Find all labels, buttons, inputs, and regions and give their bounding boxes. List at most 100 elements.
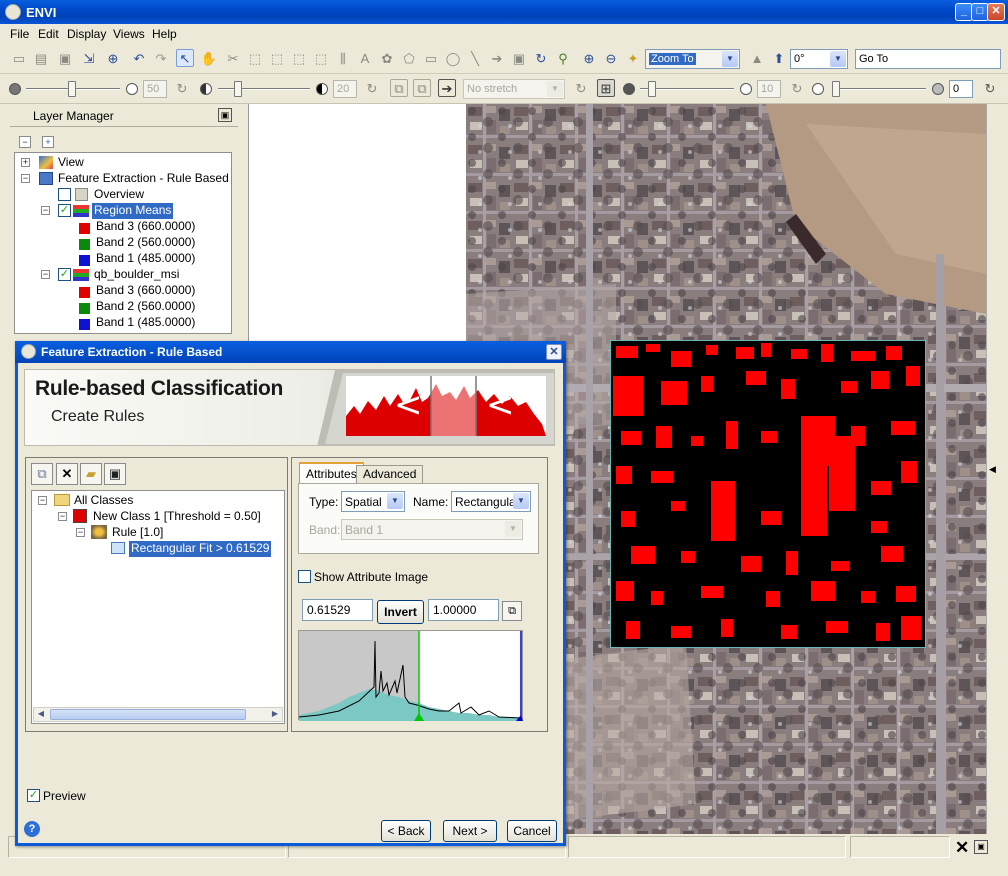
collapse-icon[interactable]: − (41, 206, 50, 215)
expand-all-icon[interactable]: + (42, 136, 54, 148)
contrast-slider-thumb[interactable] (234, 81, 242, 97)
tab-advanced[interactable]: Advanced (356, 465, 424, 483)
layer-item-band[interactable]: Band 2 (560.0000) (96, 235, 195, 251)
qb-boulder-checkbox[interactable]: ✓ (58, 268, 71, 281)
undo-icon[interactable]: ↶ (130, 50, 148, 68)
crosshair-icon[interactable]: ⊕ (104, 50, 122, 68)
min-threshold-input[interactable]: 0.61529 (302, 599, 373, 621)
redo-icon[interactable]: ↷ (152, 50, 170, 68)
rectangle-icon[interactable]: ▭ (422, 50, 440, 68)
symbol-icon[interactable]: ✿ (378, 50, 396, 68)
menu-help[interactable]: Help (152, 27, 177, 41)
histogram-options-icon[interactable]: ⧉ (502, 601, 522, 621)
preview-label[interactable]: Preview (43, 789, 86, 803)
polygon-icon[interactable]: ⬠ (400, 50, 418, 68)
show-attribute-label[interactable]: Show Attribute Image (314, 570, 428, 584)
menu-file[interactable]: File (10, 27, 29, 41)
arrow-icon[interactable]: ➔ (488, 50, 506, 68)
brightness-value[interactable]: 50 (143, 80, 167, 98)
scroll-left-icon[interactable]: ◀ (35, 709, 47, 720)
layer-item-band[interactable]: Band 3 (660.0000) (96, 283, 195, 299)
layer-item-view[interactable]: View (58, 155, 84, 171)
close-button[interactable]: ✕ (987, 3, 1005, 21)
layer-item-overview[interactable]: Overview (94, 187, 144, 203)
collapse-icon[interactable]: − (21, 174, 30, 183)
preview-checkbox[interactable]: ✓ (27, 789, 40, 802)
layer-item-band[interactable]: Band 1 (485.0000) (96, 315, 195, 331)
rotation-combo[interactable]: 0° ▼ (790, 49, 848, 69)
undock-icon[interactable]: ▣ (218, 108, 232, 122)
type-select[interactable]: Spatial ▼ (341, 491, 405, 512)
text-annotation-icon[interactable]: A (356, 50, 374, 68)
region-means-checkbox[interactable]: ✓ (58, 204, 71, 217)
transparency-slider-thumb[interactable] (832, 81, 840, 97)
reset-brightness-icon[interactable]: ↻ (173, 80, 191, 98)
reset-contrast-icon[interactable]: ↻ (363, 80, 381, 98)
next-button[interactable]: Next > (443, 820, 497, 842)
delete-icon[interactable]: ✕ (56, 463, 78, 485)
transparency-slider-track[interactable] (832, 88, 926, 90)
right-collapse-bar[interactable]: ◀ (986, 104, 1000, 834)
magnify-icon[interactable]: ⚲ (554, 50, 572, 68)
sharpen-slider-thumb[interactable] (648, 81, 656, 97)
select-icon[interactable]: ⇲ (80, 50, 98, 68)
all-classes-node[interactable]: All Classes (74, 493, 133, 509)
zoom-reset-icon[interactable]: ↻ (532, 50, 550, 68)
ellipse-icon[interactable]: ◯ (444, 50, 462, 68)
sharpen-value[interactable]: 10 (757, 80, 781, 98)
vertex-icon[interactable]: ⬚ (246, 50, 264, 68)
zoom-combo[interactable]: Zoom To ▼ (645, 49, 740, 69)
layer-item-feature-extraction[interactable]: Feature Extraction - Rule Based (58, 171, 229, 187)
scroll-right-icon[interactable]: ▶ (269, 709, 281, 720)
zoom-in-icon[interactable]: ⊕ (580, 50, 598, 68)
collapse-icon[interactable]: − (76, 528, 85, 537)
play-stretch-icon[interactable]: ➔ (438, 79, 456, 97)
menu-display[interactable]: Display (67, 27, 106, 41)
reset-transparency-icon[interactable]: ↻ (981, 80, 999, 98)
max-threshold-input[interactable]: 1.00000 (428, 599, 499, 621)
cut-icon[interactable]: ✂ (224, 50, 242, 68)
sharpen-icon[interactable]: ⊞ (597, 79, 615, 97)
zoom-out-icon[interactable]: ⊖ (602, 50, 620, 68)
open-file-icon[interactable]: ▭ (10, 50, 28, 68)
brightness-slider-thumb[interactable] (68, 81, 76, 97)
collapse-icon[interactable]: − (41, 270, 50, 279)
line-icon[interactable]: ╲ (466, 50, 484, 68)
horizontal-scrollbar[interactable]: ◀ ▶ (33, 707, 283, 722)
stretch-icon[interactable]: ⧉ (390, 79, 408, 97)
pan-hand-icon[interactable]: ✋ (200, 50, 218, 68)
name-select[interactable]: Rectangula ▼ (451, 491, 531, 512)
help-icon[interactable]: ? (24, 821, 40, 837)
stretch-types-icon[interactable]: ⧉ (413, 79, 431, 97)
goto-field[interactable]: Go To (855, 49, 1001, 69)
join-icon[interactable]: ⬚ (290, 50, 308, 68)
collapse-icon[interactable]: − (58, 512, 67, 521)
reset-sharpen-icon[interactable]: ↻ (788, 80, 806, 98)
cancel-process-icon[interactable]: ✕ (955, 838, 969, 858)
cancel-button[interactable]: Cancel (507, 820, 557, 842)
attribute-node[interactable]: Rectangular Fit > 0.61529 (129, 541, 272, 557)
layer-item-band[interactable]: Band 2 (560.0000) (96, 299, 195, 315)
back-button[interactable]: < Back (381, 820, 431, 842)
layer-item-band[interactable]: Band 3 (660.0000) (96, 219, 195, 235)
layer-item-qb-boulder[interactable]: qb_boulder_msi (94, 267, 179, 283)
scroll-thumb[interactable] (50, 709, 246, 720)
menu-views[interactable]: Views (113, 27, 145, 41)
new-class-icon[interactable]: ⧉ (31, 463, 53, 485)
dialog-close-button[interactable]: ✕ (546, 344, 562, 360)
transparency-value[interactable]: 0 (949, 80, 973, 98)
split-icon[interactable]: ⬚ (312, 50, 330, 68)
save-icon[interactable]: ▣ (104, 463, 126, 485)
picture-icon[interactable]: ▣ (510, 50, 528, 68)
print-icon[interactable]: ▣ (56, 50, 74, 68)
band-select[interactable]: Band 1 ▼ (341, 519, 523, 540)
rotate-icon[interactable]: ▲ (748, 50, 766, 68)
vertex-edit-icon[interactable]: ⬚ (268, 50, 286, 68)
contrast-value[interactable]: 20 (333, 80, 357, 98)
grid-icon[interactable]: ⫼ (334, 50, 352, 68)
collapse-all-icon[interactable]: − (19, 136, 31, 148)
pointer-icon[interactable]: ↖ (176, 49, 194, 67)
show-attribute-checkbox[interactable] (298, 570, 311, 583)
menu-edit[interactable]: Edit (38, 27, 59, 41)
invert-button[interactable]: Invert (377, 600, 424, 624)
